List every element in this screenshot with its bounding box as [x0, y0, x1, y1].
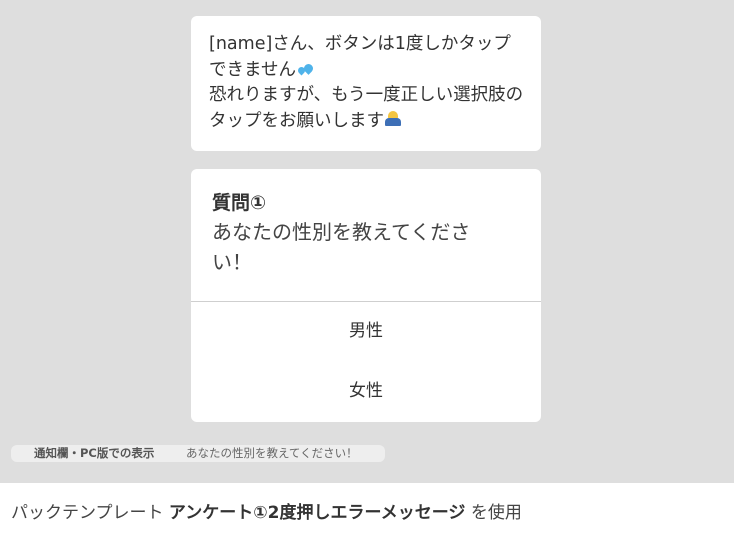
- notification-preview-bar: 通知欄・PC版での表示 あなたの性別を教えてください！: [11, 445, 385, 462]
- message-line: タップをお願いします: [209, 109, 525, 135]
- notification-label: 通知欄・PC版での表示: [34, 446, 155, 460]
- footer-suffix: を使用: [465, 503, 522, 523]
- message-text: タップをお願いします: [209, 110, 384, 131]
- message-line: 恐れりますが、もう一度正しい選択肢の: [209, 83, 525, 109]
- survey-question: あなたの性別を教えてください！: [212, 220, 471, 274]
- error-message-bubble: [name]さん、ボタンは1度しかタップ できません 恐れりますが、もう一度正し…: [191, 16, 541, 151]
- message-line: [name]さん、ボタンは1度しかタップ: [209, 32, 525, 58]
- message-line: できません: [209, 58, 525, 84]
- message-text: 恐れりますが、もう一度正しい選択肢の: [209, 85, 524, 105]
- footer-prefix: パックテンプレート: [11, 503, 169, 523]
- sweat-droplets-icon: [296, 62, 314, 76]
- survey-card: 質問① あなたの性別を教えてください！ 男性 女性: [191, 169, 541, 422]
- template-name: アンケート①2度押しエラーメッセージ: [168, 503, 466, 523]
- survey-header: 質問① あなたの性別を教えてください！: [191, 169, 541, 281]
- message-text: [name]さん、ボタンは1度しかタップ: [209, 34, 511, 54]
- chat-preview-area: [name]さん、ボタンは1度しかタップ できません 恐れりますが、もう一度正し…: [0, 0, 734, 483]
- notification-text: あなたの性別を教えてください！: [186, 446, 358, 460]
- survey-label: 質問①: [212, 192, 267, 214]
- option-male-button[interactable]: 男性: [191, 319, 541, 343]
- divider: [191, 301, 541, 302]
- person-bowing-icon: [384, 110, 402, 127]
- template-usage-note: パックテンプレート アンケート①2度押しエラーメッセージ を使用: [11, 500, 522, 526]
- option-female-button[interactable]: 女性: [191, 379, 541, 403]
- message-text: できません: [209, 59, 296, 80]
